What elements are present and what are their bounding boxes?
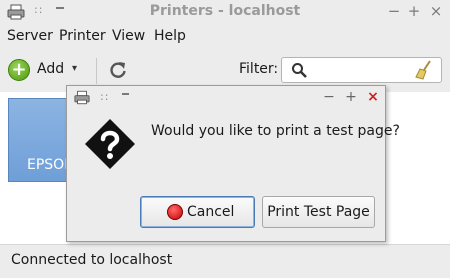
cancel-icon <box>167 204 183 220</box>
maximize-button[interactable]: + <box>406 3 422 19</box>
dialog-titlebar[interactable] <box>67 86 385 110</box>
chevron-down-icon[interactable]: ▾ <box>72 63 77 74</box>
add-icon[interactable]: + <box>8 59 30 81</box>
print-test-page-button[interactable]: Print Test Page <box>262 196 375 228</box>
filter-label: Filter: <box>239 61 279 77</box>
add-button[interactable]: Add <box>37 61 64 77</box>
close-button[interactable]: × <box>428 3 444 19</box>
status-text: Connected to localhost <box>11 252 173 268</box>
refresh-icon[interactable] <box>108 60 128 80</box>
broom-icon[interactable] <box>415 60 433 80</box>
dialog-menu-handle[interactable]: :: <box>100 90 109 103</box>
search-icon <box>292 63 307 78</box>
menu-help[interactable]: Help <box>154 28 186 44</box>
printer-item-label: EPSON <box>27 157 67 173</box>
printer-icon[interactable] <box>74 90 90 105</box>
dialog-minimize-button[interactable]: − <box>322 89 336 105</box>
cancel-button-label: Cancel <box>187 204 235 220</box>
question-icon <box>85 119 135 169</box>
menu-printer[interactable]: Printer <box>59 28 106 44</box>
menu-view[interactable]: View <box>112 28 145 44</box>
dialog-close-button[interactable]: × <box>366 89 380 105</box>
dialog-maximize-button[interactable]: + <box>344 89 358 105</box>
window-title: Printers - localhost <box>149 3 301 19</box>
menu-server[interactable]: Server <box>7 28 53 44</box>
shade-icon[interactable] <box>122 93 129 95</box>
toolbar-separator <box>96 58 97 84</box>
dialog-message: Would you like to print a test page? <box>151 123 400 139</box>
minimize-button[interactable]: − <box>386 3 402 19</box>
